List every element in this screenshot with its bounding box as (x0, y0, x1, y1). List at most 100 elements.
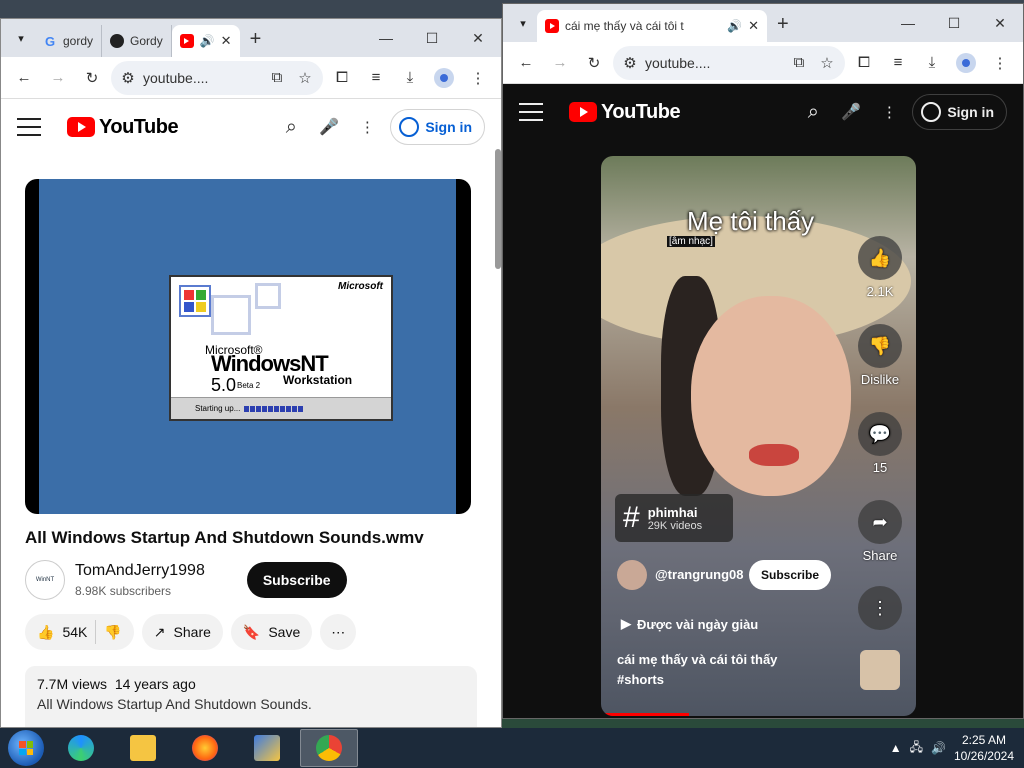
network-icon[interactable]: 🖧 (910, 738, 923, 759)
taskbar: ▲ 🖧 🔊 2:25 AM 10/26/2024 (0, 728, 1024, 768)
install-app-icon[interactable]: ⧉ (787, 48, 811, 78)
forward-icon[interactable]: → (43, 63, 73, 93)
back-icon[interactable]: ← (511, 48, 541, 78)
search-icon[interactable]: ⌕ (276, 112, 306, 142)
tab-search-button[interactable]: ▾ (509, 9, 537, 37)
scrollbar[interactable] (495, 149, 501, 269)
maximize-button[interactable]: ☐ (409, 19, 455, 57)
profile-icon[interactable] (429, 63, 459, 93)
close-tab-icon[interactable]: ✕ (748, 18, 759, 34)
show-hidden-icons-icon[interactable]: ▲ (890, 741, 902, 755)
taskbar-edge[interactable] (52, 729, 110, 767)
tab-youtube-short[interactable]: cái mẹ thấy và cái tôi t 🔊 ✕ (537, 10, 767, 42)
omnibox[interactable]: ⚙ youtube.... ⧉ ☆ (111, 60, 323, 95)
mic-icon[interactable]: 🎤 (836, 97, 866, 127)
new-tab-button[interactable]: + (240, 28, 272, 51)
description-text: All Windows Startup And Shutdown Sounds. (37, 696, 312, 712)
channel-avatar[interactable] (617, 560, 647, 590)
start-button[interactable] (8, 730, 44, 766)
reload-icon[interactable]: ↻ (579, 48, 609, 78)
media-control-icon[interactable]: ≡ (361, 63, 391, 93)
extensions-icon[interactable]: ⧠ (327, 63, 357, 93)
youtube-header: YouTube ⌕ 🎤 ⋮ Sign in (503, 84, 1023, 140)
youtube-logo-icon (67, 117, 95, 137)
taskbar-app[interactable] (238, 729, 296, 767)
tab-youtube[interactable]: 🔊 ✕ (171, 25, 240, 57)
shorts-player[interactable]: Mẹ tôi thấy [âm nhạc] 👍 2.1K 👎 Dislike 💬… (601, 156, 916, 716)
settings-kebab-icon[interactable]: ⋮ (352, 112, 382, 142)
channel-name[interactable]: TomAndJerry1998 (75, 562, 205, 580)
download-icon[interactable]: ⤓ (395, 63, 425, 93)
video-player[interactable]: Microsoft Microsoft® WindowsNT 5.0 Beta … (25, 179, 471, 514)
dislike-button[interactable]: 👎 Dislike (858, 324, 902, 387)
reload-icon[interactable]: ↻ (77, 63, 107, 93)
taskbar-firefox[interactable] (176, 729, 234, 767)
extensions-icon[interactable]: ⧠ (849, 48, 879, 78)
omnibox[interactable]: ⚙ youtube.... ⧉ ☆ (613, 45, 845, 80)
sign-in-button[interactable]: Sign in (390, 109, 485, 145)
progress-bar[interactable] (601, 713, 689, 716)
tab-gordy-search[interactable]: G gordy (35, 25, 103, 57)
speaker-icon[interactable]: 🔊 (200, 34, 215, 48)
minimize-button[interactable]: — (885, 4, 931, 42)
site-info-icon[interactable]: ⚙ (619, 48, 641, 78)
minimize-button[interactable]: — (363, 19, 409, 57)
window-controls: — ☐ ✕ (885, 4, 1023, 42)
bookmark-star-icon[interactable]: ☆ (293, 63, 317, 93)
hashtag-card[interactable]: # phimhai 29K videos (615, 494, 733, 542)
sign-in-button[interactable]: Sign in (912, 94, 1007, 130)
music-link[interactable]: ▶ Được vài ngày giàu (621, 616, 758, 632)
speaker-icon[interactable]: 🔊 (727, 19, 742, 33)
back-icon[interactable]: ← (9, 63, 39, 93)
clock[interactable]: 2:25 AM 10/26/2024 (954, 732, 1014, 764)
like-button[interactable]: 👍 2.1K (858, 236, 902, 299)
taskbar-chrome[interactable] (300, 729, 358, 767)
channel-handle[interactable]: @trangrung08 (655, 566, 744, 584)
download-icon[interactable]: ⤓ (917, 48, 947, 78)
like-count[interactable]: 54K (62, 624, 87, 640)
hamburger-menu-icon[interactable] (519, 103, 543, 121)
share-button[interactable]: ➦ Share (858, 500, 902, 563)
youtube-logo-icon (569, 102, 597, 122)
install-app-icon[interactable]: ⧉ (265, 63, 289, 93)
maximize-button[interactable]: ☐ (931, 4, 977, 42)
share-button[interactable]: ↗ Share (141, 614, 223, 650)
more-button[interactable]: ⋮ (858, 586, 902, 630)
forward-icon[interactable]: → (545, 48, 575, 78)
address-bar-row: ← → ↻ ⚙ youtube.... ⧉ ☆ ⧠ ≡ ⤓ ⋮ (503, 42, 1023, 84)
search-icon[interactable]: ⌕ (798, 97, 828, 127)
close-tab-icon[interactable]: ✕ (221, 33, 232, 49)
chrome-icon (316, 735, 342, 761)
new-tab-button[interactable]: + (767, 13, 799, 36)
dislike-icon[interactable]: 👎 (104, 624, 121, 641)
channel-avatar[interactable]: WinNT (25, 560, 65, 600)
close-window-button[interactable]: ✕ (455, 19, 501, 57)
menu-kebab-icon[interactable]: ⋮ (985, 48, 1015, 78)
youtube-icon (179, 34, 194, 48)
youtube-logo[interactable]: YouTube (569, 101, 681, 124)
bookmark-star-icon[interactable]: ☆ (815, 48, 839, 78)
description-box[interactable]: 7.7M views 14 years ago All Windows Star… (25, 666, 477, 727)
sound-thumbnail[interactable] (860, 650, 900, 690)
mic-icon[interactable]: 🎤 (314, 112, 344, 142)
menu-kebab-icon[interactable]: ⋮ (463, 63, 493, 93)
shorts-hashtag-link[interactable]: #shorts (617, 670, 847, 690)
tab-gordy[interactable]: Gordy (102, 25, 172, 57)
save-button[interactable]: 🔖 Save (230, 614, 313, 650)
media-control-icon[interactable]: ≡ (883, 48, 913, 78)
tab-search-button[interactable]: ▾ (7, 24, 35, 52)
more-actions-button[interactable]: ⋯ (320, 614, 357, 650)
taskbar-explorer[interactable] (114, 729, 172, 767)
subscribe-button[interactable]: Subscribe (246, 562, 347, 598)
settings-kebab-icon[interactable]: ⋮ (874, 97, 904, 127)
subscribe-button[interactable]: Subscribe (749, 560, 832, 590)
volume-icon[interactable]: 🔊 (931, 741, 946, 755)
youtube-logo[interactable]: YouTube (67, 116, 179, 139)
profile-icon[interactable] (951, 48, 981, 78)
close-window-button[interactable]: ✕ (977, 4, 1023, 42)
windows-nt-splash: Microsoft Microsoft® WindowsNT 5.0 Beta … (169, 275, 393, 421)
like-icon[interactable]: 👍 (37, 624, 54, 641)
comments-button[interactable]: 💬 15 (858, 412, 902, 475)
hamburger-menu-icon[interactable] (17, 118, 41, 136)
site-info-icon[interactable]: ⚙ (117, 63, 139, 93)
